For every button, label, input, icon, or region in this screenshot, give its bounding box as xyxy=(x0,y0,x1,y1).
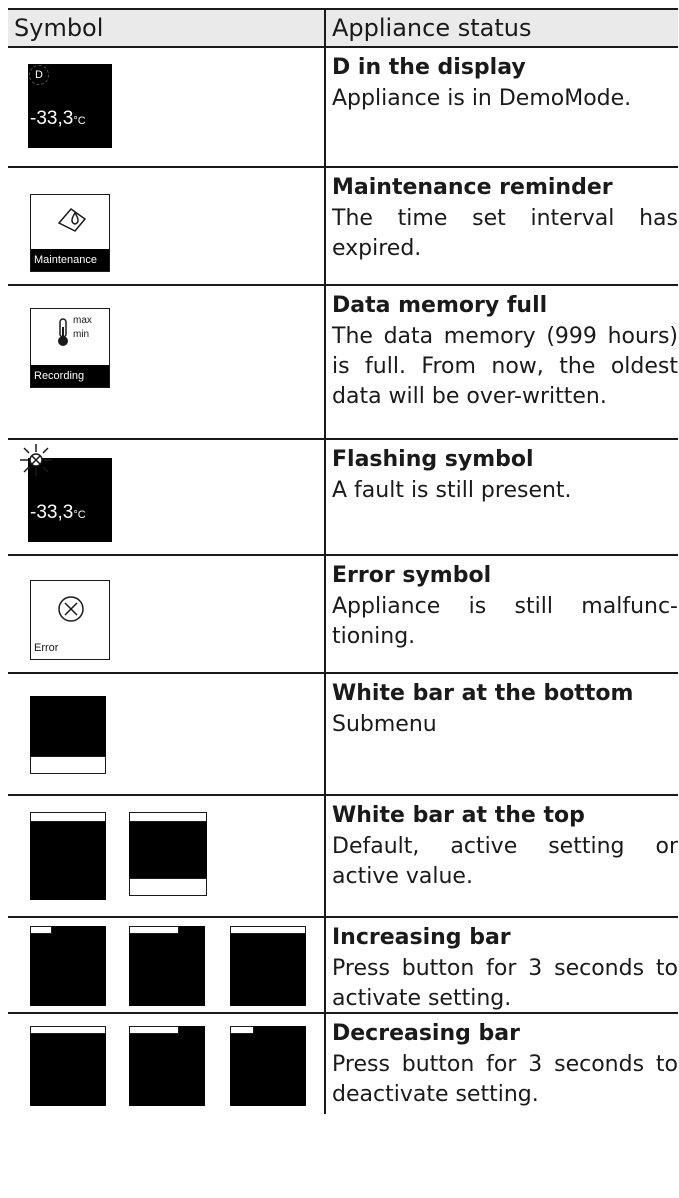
display-temperature: -33,3 xyxy=(30,502,74,523)
table-row: max min Recording Data memory full The d… xyxy=(8,286,678,440)
row-title: White bar at the top xyxy=(332,803,585,828)
row-description: The time set interval has expired. xyxy=(332,206,678,261)
row-title: Flashing symbol xyxy=(332,447,534,472)
min-label: min xyxy=(73,329,90,340)
row-title: D in the display xyxy=(332,55,526,80)
error-cross-icon xyxy=(58,596,84,622)
bottom-bar-icon xyxy=(30,756,106,774)
demo-display-icon: D -33,3°C xyxy=(28,64,112,148)
row-description: Default, active setting or active value. xyxy=(332,834,678,889)
table-row: -33,3°C Flashing symbol A fault is still… xyxy=(8,440,678,556)
display-temperature: -33,3 xyxy=(30,108,74,129)
error-label: Error xyxy=(31,637,109,659)
symbol-table: Symbol Appliance status D -33,3°C D in t… xyxy=(8,8,678,1114)
symbol-cell xyxy=(8,674,326,794)
table-row: Increasing bar Press button for 3 second… xyxy=(8,918,678,1014)
max-label: max xyxy=(73,315,92,326)
symbol-cell: Error xyxy=(8,556,326,672)
status-cell: Flashing symbol A fault is still present… xyxy=(326,440,678,554)
row-title: Data memory full xyxy=(332,293,548,318)
flashing-error-icon xyxy=(20,444,52,476)
table-row: Error Error symbol Appliance is still ma… xyxy=(8,556,678,674)
bottom-bar-icon xyxy=(129,878,207,896)
table-row: White bar at the top Default, active set… xyxy=(8,796,678,918)
table-row: Decreasing bar Press button for 3 second… xyxy=(8,1014,678,1114)
status-cell: White bar at the bottom Submenu xyxy=(326,674,678,794)
symbol-cell: D -33,3°C xyxy=(8,48,326,166)
row-description: A fault is still present. xyxy=(332,478,572,503)
symbol-cell xyxy=(8,796,326,916)
error-icon: Error xyxy=(30,580,110,660)
status-cell: Increasing bar Press button for 3 second… xyxy=(326,918,678,1012)
row-description: Submenu xyxy=(332,712,437,737)
row-title: Decreasing bar xyxy=(332,1021,520,1046)
symbol-cell: Maintenance xyxy=(8,168,326,284)
maintenance-drop-icon xyxy=(57,207,87,232)
table-row: White bar at the bottom Submenu xyxy=(8,674,678,796)
row-title: White bar at the bottom xyxy=(332,681,634,706)
row-description: Press button for 3 seconds to deactivate… xyxy=(332,1052,678,1107)
status-cell: White bar at the top Default, active set… xyxy=(326,796,678,916)
maintenance-icon: Maintenance xyxy=(30,194,110,272)
row-title: Increasing bar xyxy=(332,925,511,950)
thermometer-icon xyxy=(58,318,68,346)
recording-icon: max min Recording xyxy=(30,308,110,388)
demo-letter-icon: D xyxy=(29,65,49,85)
increasing-bar-icon xyxy=(230,926,306,1006)
table-row: D -33,3°C D in the display Appliance is … xyxy=(8,48,678,168)
submenu-display-icon xyxy=(30,696,106,756)
symbol-cell: -33,3°C xyxy=(8,440,326,554)
decreasing-bar-icon xyxy=(129,1026,205,1106)
row-description: The data memory (999 hours) is full. Fro… xyxy=(332,324,678,409)
status-cell: Maintenance reminder The time set interv… xyxy=(326,168,678,284)
increasing-bar-icon xyxy=(129,926,205,1006)
row-description: Appliance is still malfunc-tioning. xyxy=(332,594,678,649)
header-status: Appliance status xyxy=(332,14,532,42)
table-header: Symbol Appliance status xyxy=(8,8,678,48)
display-unit: °C xyxy=(73,115,86,127)
row-description: Appliance is in DemoMode. xyxy=(332,86,632,111)
status-cell: Data memory full The data memory (999 ho… xyxy=(326,286,678,438)
symbol-cell xyxy=(8,1014,326,1114)
display-block-icon xyxy=(30,822,106,900)
row-description: Press button for 3 seconds to activate s… xyxy=(332,956,678,1011)
display-block-icon xyxy=(129,822,207,878)
status-cell: Decreasing bar Press button for 3 second… xyxy=(326,1014,678,1114)
increasing-bar-icon xyxy=(30,926,106,1006)
recording-label: Recording xyxy=(31,365,109,387)
header-symbol: Symbol xyxy=(8,10,326,46)
status-cell: D in the display Appliance is in DemoMod… xyxy=(326,48,678,166)
row-title: Maintenance reminder xyxy=(332,175,613,200)
symbol-cell: max min Recording xyxy=(8,286,326,438)
symbol-cell xyxy=(8,918,326,1012)
row-title: Error symbol xyxy=(332,563,492,588)
display-unit: °C xyxy=(73,509,86,521)
decreasing-bar-icon xyxy=(30,1026,106,1106)
maintenance-label: Maintenance xyxy=(31,249,109,271)
top-bar-icon xyxy=(129,812,207,822)
table-row: Maintenance Maintenance reminder The tim… xyxy=(8,168,678,286)
top-bar-icon xyxy=(30,812,106,822)
decreasing-bar-icon xyxy=(230,1026,306,1106)
status-cell: Error symbol Appliance is still malfunc-… xyxy=(326,556,678,672)
